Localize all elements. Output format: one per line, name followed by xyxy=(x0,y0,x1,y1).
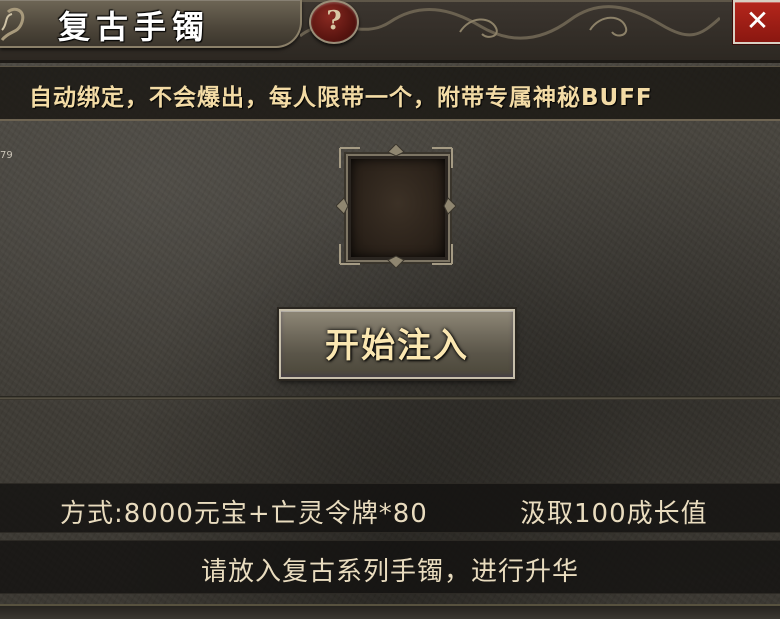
cost-bar: 方式:8000元宝+亡灵令牌*80 汲取100成长值 xyxy=(0,483,780,533)
edge-fragment-text: 79 xyxy=(0,150,13,161)
start-inject-button[interactable]: 开始注入 xyxy=(279,309,515,379)
cost-text: 方式:8000元宝+亡灵令牌*80 xyxy=(60,499,428,529)
help-button[interactable]: ? xyxy=(309,0,359,44)
growth-text: 汲取100成长值 xyxy=(520,499,708,529)
section-divider xyxy=(0,396,780,400)
bottom-edge xyxy=(0,604,780,619)
hint-text: 请放入复古系列手镯，进行升华 xyxy=(200,557,579,587)
window-title: 复古手镯 xyxy=(58,8,211,46)
title-ornament-icon xyxy=(0,7,25,42)
item-slot[interactable] xyxy=(336,144,456,268)
slot-frame-icon xyxy=(336,144,456,268)
close-button[interactable]: ✕ xyxy=(733,0,780,44)
hint-bar: 请放入复古系列手镯，进行升华 xyxy=(0,540,780,594)
dialog-panel: 复古手镯 ? ✕ 自动绑定，不会爆出，每人限带一个，附带专属神秘BUFF 79 xyxy=(0,0,780,619)
banner-text: 自动绑定，不会爆出，每人限带一个，附带专属神秘BUFF xyxy=(29,85,653,111)
info-banner: 自动绑定，不会爆出，每人限带一个，附带专属神秘BUFF xyxy=(0,66,780,121)
title-bar: 复古手镯 ? ✕ xyxy=(0,0,780,63)
scroll-ornament-icon xyxy=(300,5,720,40)
